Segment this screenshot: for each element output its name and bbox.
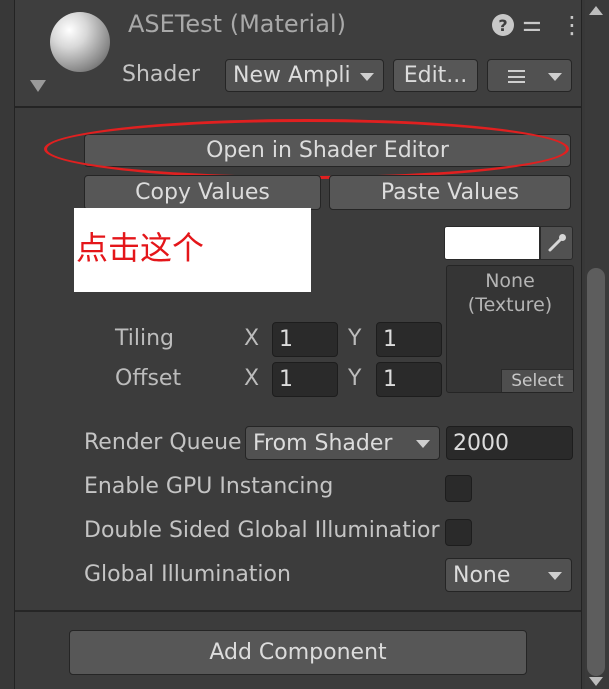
scrollbar-thumb[interactable]: [587, 268, 605, 676]
render-queue-mode: From Shader: [253, 430, 393, 456]
tiling-x-field[interactable]: 1: [272, 322, 338, 357]
chevron-down-icon: [548, 572, 562, 580]
offset-label: Offset: [115, 366, 182, 391]
gpu-instancing-label: Enable GPU Instancing: [84, 474, 334, 499]
chevron-down-icon: [360, 72, 374, 81]
global-illumination-value: None: [453, 562, 511, 588]
color-swatch[interactable]: [444, 226, 540, 260]
eyedropper-icon: [548, 234, 566, 252]
shader-dropdown[interactable]: New Ampli: [225, 59, 384, 92]
texture-select-button[interactable]: Select: [501, 369, 573, 392]
gpu-instancing-checkbox[interactable]: [445, 475, 472, 502]
tiling-label: Tiling: [115, 326, 175, 351]
settings-sliders-icon[interactable]: ⚌: [522, 12, 542, 37]
paste-values-button[interactable]: Paste Values: [329, 175, 571, 210]
foldout-arrow-icon[interactable]: [30, 80, 46, 92]
offset-x-field[interactable]: 1: [272, 362, 338, 397]
render-queue-label: Render Queue: [84, 430, 242, 455]
shader-options-dropdown[interactable]: [487, 59, 572, 92]
annotation-note: 点击这个: [74, 208, 311, 292]
help-icon[interactable]: ?: [492, 14, 514, 36]
more-options-icon[interactable]: ⋮: [560, 11, 584, 39]
double-sided-gi-checkbox[interactable]: [445, 519, 472, 546]
texture-none-text: None: [485, 270, 535, 292]
list-icon: [508, 70, 525, 83]
edit-shader-button[interactable]: Edit...: [393, 59, 478, 92]
double-sided-gi-label: Double Sided Global Illuminatior: [84, 518, 440, 543]
offset-y-label: Y: [348, 366, 362, 391]
texture-type-text: (Texture): [467, 294, 553, 316]
render-queue-dropdown[interactable]: From Shader: [245, 426, 440, 460]
shader-dropdown-value: New Ampli: [233, 63, 351, 88]
global-illumination-dropdown[interactable]: None: [445, 558, 572, 592]
chevron-down-icon: [548, 72, 562, 81]
offset-x-label: X: [244, 366, 260, 391]
section-divider: [15, 610, 581, 612]
tiling-x-label: X: [244, 326, 260, 351]
eyedropper-button[interactable]: [540, 226, 573, 260]
shader-label: Shader: [122, 62, 200, 87]
red-highlight-ellipse: [44, 119, 569, 179]
material-title: ASETest (Material): [128, 10, 346, 38]
render-queue-value-field[interactable]: 2000: [446, 426, 573, 460]
chevron-down-icon: [416, 440, 430, 448]
tiling-y-label: Y: [348, 326, 362, 351]
scroll-up-arrow[interactable]: [589, 6, 603, 15]
global-illumination-label: Global Illumination: [84, 562, 291, 587]
copy-values-button[interactable]: Copy Values: [84, 175, 321, 210]
add-component-button[interactable]: Add Component: [69, 630, 527, 675]
tiling-y-field[interactable]: 1: [376, 322, 442, 357]
material-preview-sphere: [50, 12, 110, 72]
scroll-down-arrow[interactable]: [589, 677, 603, 686]
offset-y-field[interactable]: 1: [376, 362, 442, 397]
